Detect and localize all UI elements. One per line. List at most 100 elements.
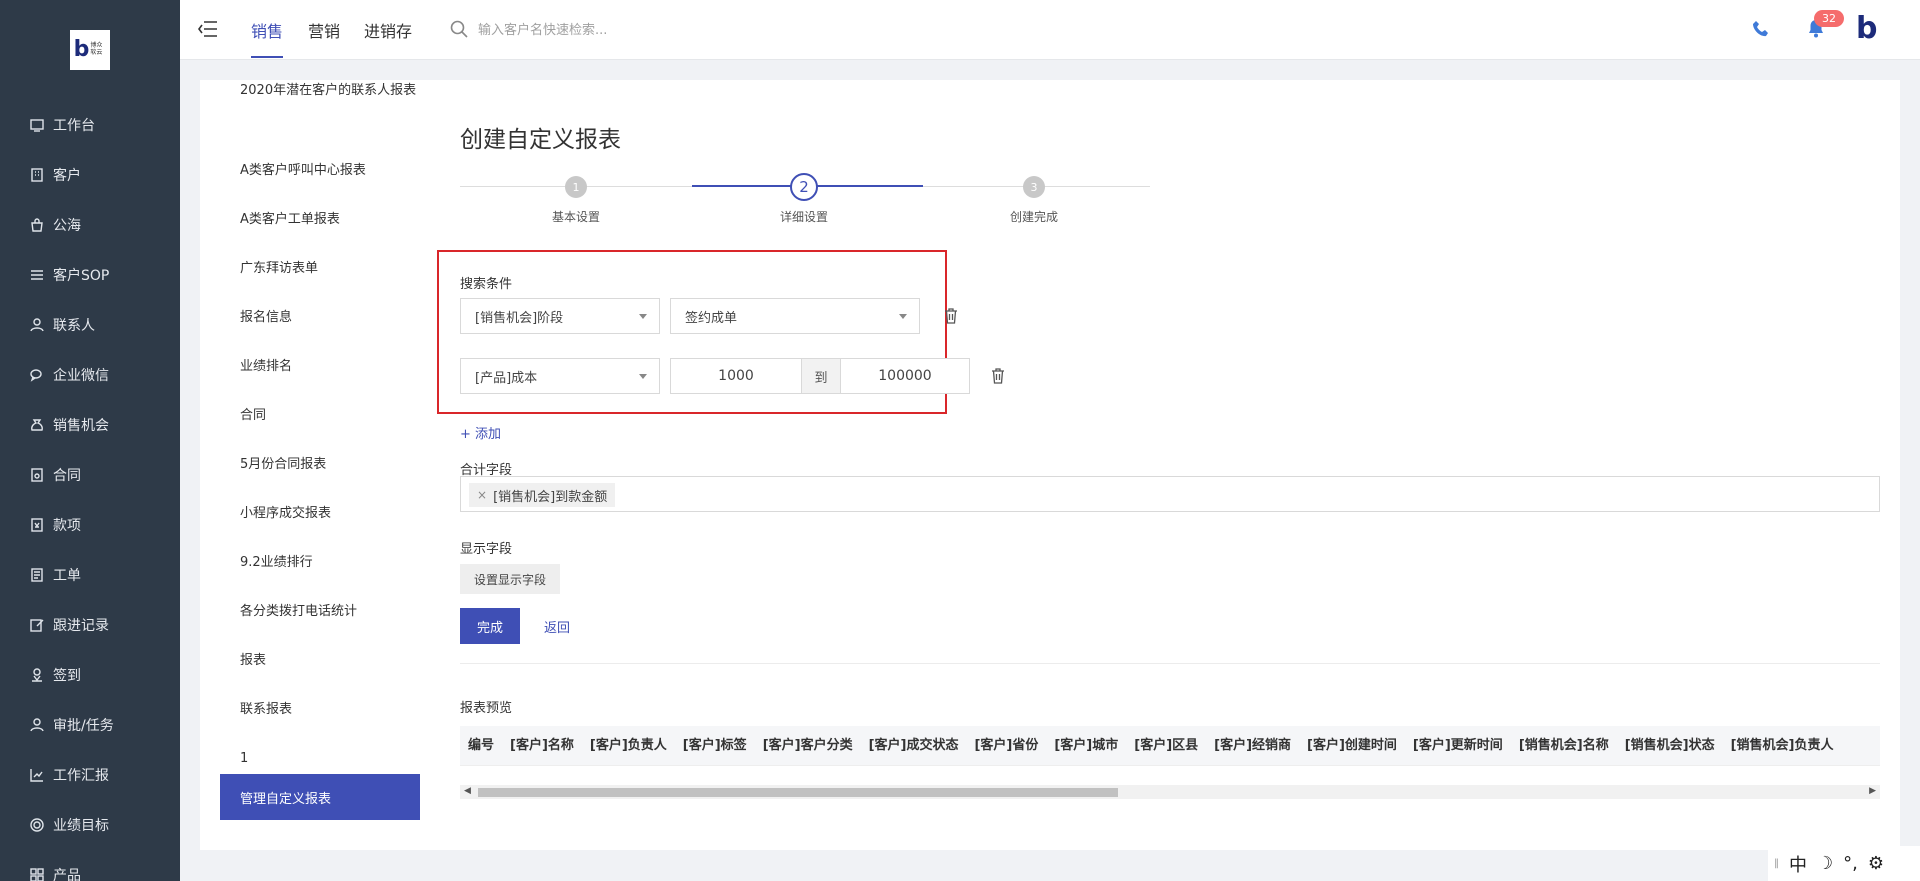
step-line-active <box>813 185 923 187</box>
sidebar-item-6[interactable]: 销售机会 <box>28 410 109 440</box>
condition-2-to-input[interactable]: 100000 <box>840 358 970 394</box>
chevron-down-icon <box>899 314 907 319</box>
sidebar-item-label: 款项 <box>53 518 81 534</box>
report-list-item[interactable]: 2020年潜在客户的联系人报表 <box>240 80 420 101</box>
report-list-item[interactable]: 联系报表 <box>240 699 420 720</box>
wechat-icon <box>28 367 45 384</box>
logo-text: 博众软云 <box>90 42 103 56</box>
report-list-item[interactable]: 1 <box>240 748 420 769</box>
delete-condition-2-icon[interactable] <box>991 368 1005 388</box>
report-list-item[interactable]: 业绩排名 <box>240 356 420 377</box>
ime-toolbar: ‖ 中 ☽ °, ⚙ <box>1768 846 1920 881</box>
report-list-item[interactable]: A类客户工单报表 <box>240 209 420 230</box>
sidebar-item-1[interactable]: 客户 <box>28 160 81 190</box>
step-line-active <box>692 185 797 187</box>
ticket-icon <box>28 567 45 584</box>
sidebar-item-label: 客户SOP <box>53 268 110 284</box>
sidebar-item-0[interactable]: 工作台 <box>28 110 95 140</box>
report-list-item[interactable]: 报表 <box>240 650 420 671</box>
step-3-label: 创建完成 <box>1009 210 1058 224</box>
scroll-left-icon[interactable]: ◀ <box>464 786 471 796</box>
scrollbar-thumb[interactable] <box>478 788 1118 797</box>
set-display-fields-button[interactable]: 设置显示字段 <box>460 564 560 594</box>
report-list-item[interactable]: A类客户呼叫中心报表 <box>240 160 420 181</box>
step-line <box>576 186 692 187</box>
ime-punct-icon[interactable]: °, <box>1843 853 1858 874</box>
sidebar-item-label: 企业微信 <box>53 368 109 384</box>
phone-icon[interactable] <box>1752 20 1770 42</box>
building-icon <box>28 167 45 184</box>
logo[interactable]: b 博众软云 <box>70 30 110 70</box>
sidebar-item-14[interactable]: 业绩目标 <box>28 810 109 840</box>
table-column-header: [客户]客户分类 <box>762 738 853 753</box>
sidebar-item-7[interactable]: 合同 <box>28 460 81 490</box>
table-column-header: [客户]更新时间 <box>1412 738 1503 753</box>
table-column-header: [客户]省份 <box>974 738 1039 753</box>
sum-field-tag-label: [销售机会]到款金额 <box>493 489 608 505</box>
menu-collapse-icon[interactable] <box>198 20 218 42</box>
target-icon <box>28 817 45 834</box>
monitor-icon <box>28 117 45 134</box>
ime-moon-icon[interactable]: ☽ <box>1817 853 1833 874</box>
report-list-item[interactable]: 5月份合同报表 <box>240 454 420 475</box>
preview-table-header: 编号 [客户]名称 [客户]负责人 [客户]标签 [客户]客户分类 [客户]成交状态 [客户… <box>460 726 1880 766</box>
customer-search-input[interactable] <box>478 18 718 42</box>
sidebar-item-11[interactable]: 签到 <box>28 660 81 690</box>
sum-fields-input[interactable]: × [销售机会]到款金额 <box>460 476 1880 512</box>
sidebar-item-label: 产品 <box>53 868 81 881</box>
sidebar-item-3[interactable]: 客户SOP <box>28 260 109 290</box>
sidebar-item-12[interactable]: 审批/任务 <box>28 710 114 740</box>
ime-settings-icon[interactable]: ⚙ <box>1868 853 1884 874</box>
sum-field-tag: × [销售机会]到款金额 <box>469 483 616 507</box>
avatar[interactable]: b <box>1856 14 1877 44</box>
delete-condition-1-icon[interactable] <box>944 308 958 328</box>
condition-1-field-select[interactable]: [销售机会]阶段 <box>460 298 660 334</box>
scroll-right-icon[interactable]: ▶ <box>1869 786 1876 796</box>
finish-button[interactable]: 完成 <box>460 608 520 644</box>
step-3-circle: 3 <box>1023 176 1045 198</box>
add-condition-link[interactable]: + 添加 <box>460 423 501 442</box>
main-panel: 创建自定义报表 1 2 3 基本设置 详细设置 创建完成 搜索条件 [销售机会]… <box>437 80 1900 850</box>
condition-1-value-select[interactable]: 签约成单 <box>670 298 920 334</box>
condition-2-field-select[interactable]: [产品]成本 <box>460 358 660 394</box>
sidebar-item-8[interactable]: 款项 <box>28 510 81 540</box>
back-link[interactable]: 返回 <box>544 617 570 636</box>
sidebar: b 博众软云 工作台客户公海客户SOP 联系人企业微信销售机会合同款项工单跟进记录… <box>0 0 180 881</box>
report-list: 2020年潜在客户的联系人报表 A类客户呼叫中心报表 A类客户工单报表 广东拜访表单报… <box>200 80 440 850</box>
report-list-item[interactable]: 小程序成交报表 <box>240 503 420 524</box>
chevron-down-icon <box>639 314 647 319</box>
sidebar-item-15[interactable]: 产品 <box>28 860 81 881</box>
report-preview-label: 报表预览 <box>460 701 513 716</box>
report-list-item[interactable]: 广东拜访表单 <box>240 258 420 279</box>
horizontal-scrollbar[interactable]: ◀ ▶ <box>460 785 1880 799</box>
sidebar-item-label: 业绩目标 <box>53 818 109 834</box>
tab-inventory[interactable]: 进销存 <box>364 18 412 58</box>
sidebar-item-10[interactable]: 跟进记录 <box>28 610 109 640</box>
tab-marketing[interactable]: 营销 <box>308 18 340 58</box>
search-conditions-label: 搜索条件 <box>460 277 513 292</box>
remove-tag-icon[interactable]: × <box>477 488 487 502</box>
sidebar-item-2[interactable]: 公海 <box>28 210 81 240</box>
report-list-item[interactable]: 各分类拨打电话统计 <box>240 601 420 622</box>
sidebar-item-label: 客户 <box>53 168 81 184</box>
step-2-circle: 2 <box>790 173 818 201</box>
table-column-header: [客户]经销商 <box>1214 738 1292 753</box>
ime-handle-icon[interactable]: ‖ <box>1774 858 1779 869</box>
grid-icon <box>28 867 45 881</box>
contract-icon <box>28 467 45 484</box>
sidebar-item-label: 工作汇报 <box>53 768 109 784</box>
tab-sales[interactable]: 销售 <box>251 18 284 58</box>
condition-2-from-input[interactable]: 1000 <box>670 358 802 394</box>
ime-lang-toggle[interactable]: 中 <box>1789 851 1807 877</box>
report-list-item[interactable]: 报名信息 <box>240 307 420 328</box>
sidebar-item-9[interactable]: 工单 <box>28 560 81 590</box>
report-list-item-active[interactable]: 管理自定义报表 <box>220 774 420 820</box>
sidebar-item-13[interactable]: 工作汇报 <box>28 760 109 790</box>
sidebar-item-label: 签到 <box>53 668 81 684</box>
report-list-item[interactable]: 合同 <box>240 405 420 426</box>
chevron-down-icon <box>639 374 647 379</box>
sidebar-item-5[interactable]: 企业微信 <box>28 360 109 390</box>
sidebar-item-4[interactable]: 联系人 <box>28 310 95 340</box>
sidebar-item-label: 工单 <box>53 568 81 584</box>
report-list-item[interactable]: 9.2业绩排行 <box>240 552 420 573</box>
